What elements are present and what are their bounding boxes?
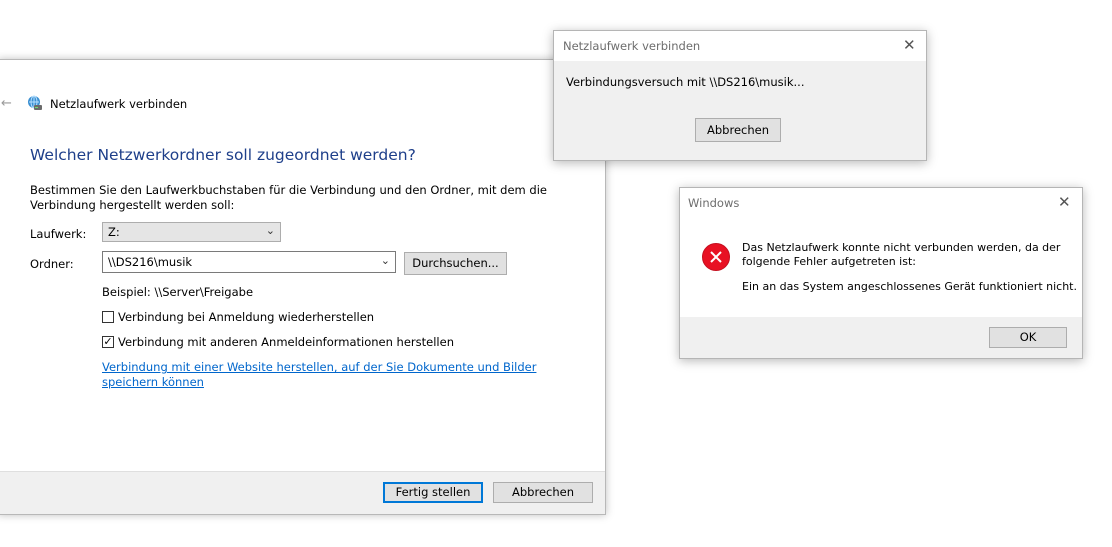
other-credentials-label[interactable]: Verbindung mit anderen Anmeldeinformatio… [118,335,454,349]
browse-button[interactable]: Durchsuchen... [404,252,507,275]
reconnect-label[interactable]: Verbindung bei Anmeldung wiederherstelle… [118,310,374,324]
close-icon[interactable]: ✕ [1058,193,1071,211]
wizard-footer: Fertig stellen Abbrechen [0,471,605,514]
window-title: Netzlaufwerk verbinden [50,97,188,111]
error-dialog: Windows ✕ Das Netzlaufwerk konnte nicht … [679,187,1083,359]
close-icon[interactable]: ✕ [903,36,916,54]
folder-input[interactable]: \\DS216\musik [108,255,192,269]
other-credentials-checkbox[interactable]: ✓ [102,336,114,348]
abort-button[interactable]: Abbrechen [695,118,781,142]
error-dialog-footer: OK [680,317,1082,358]
folder-label: Ordner: [30,257,74,271]
connecting-dialog: Netzlaufwerk verbinden ✕ Verbindungsvers… [553,30,927,161]
error-message-line2: folgende Fehler aufgetreten ist: [742,255,916,268]
ok-button[interactable]: OK [989,327,1067,348]
drive-select[interactable]: Z: ⌄ [102,222,281,242]
drive-select-value: Z: [108,225,120,239]
dialog-titlebar: Netzlaufwerk verbinden ✕ [554,31,926,61]
dialog-title: Netzlaufwerk verbinden [563,39,701,53]
folder-combobox[interactable]: \\DS216\musik ⌄ [102,251,396,273]
error-icon [702,243,730,271]
back-arrow-icon[interactable]: ← [1,96,12,111]
page-heading: Welcher Netzwerkordner soll zugeordnet w… [30,146,416,164]
connecting-message: Verbindungsversuch mit \\DS216\musik... [566,75,805,89]
instructions-text: Bestimmen Sie den Laufwerkbuchstaben für… [30,183,547,212]
chevron-down-icon: ⌄ [265,224,275,237]
error-message-line1: Das Netzlaufwerk konnte nicht verbunden … [742,241,1061,254]
example-text: Beispiel: \\Server\Freigabe [102,285,254,299]
drive-label: Laufwerk: [30,227,87,241]
network-drive-icon [28,95,42,110]
cancel-button[interactable]: Abbrechen [493,482,593,503]
dialog-title: Windows [688,196,740,210]
error-detail: Ein an das System angeschlossenes Gerät … [742,280,1077,293]
map-network-drive-wizard: ← Netzlaufwerk verbinden Welcher Netzwer… [0,59,606,515]
website-link[interactable]: Verbindung mit einer Website herstellen,… [102,360,562,390]
chevron-down-icon[interactable]: ⌄ [381,254,390,267]
reconnect-checkbox[interactable] [102,311,114,323]
finish-button[interactable]: Fertig stellen [383,482,483,503]
